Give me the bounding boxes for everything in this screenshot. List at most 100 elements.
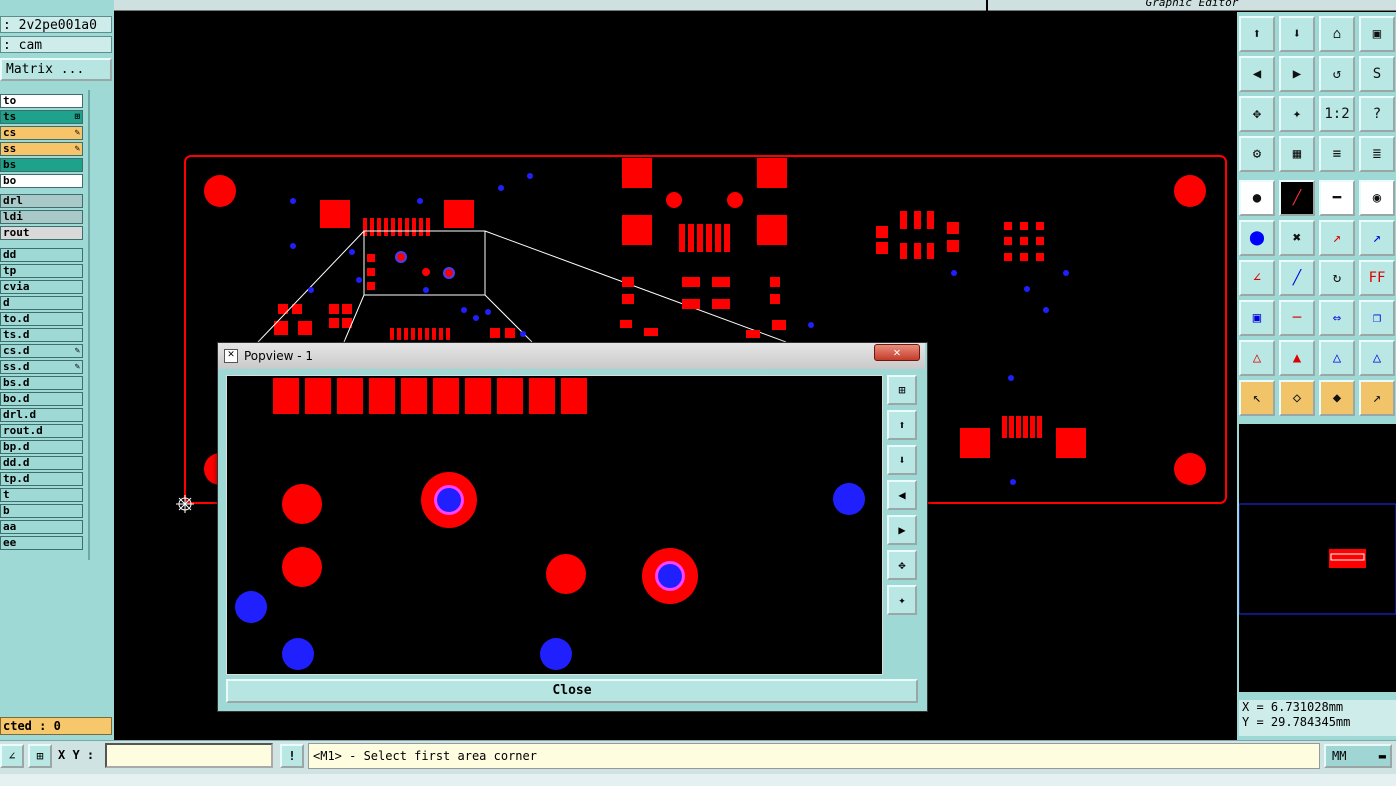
popview-toolbar: ⊞ ⬆ ⬇ ◀ ▶ ✥ ✦ xyxy=(885,373,921,677)
angle-icon[interactable]: ∠ xyxy=(0,744,24,768)
pan-up-icon[interactable]: ⬆ xyxy=(887,410,917,440)
select-box-icon[interactable]: ◇ xyxy=(1279,380,1315,416)
layer-item[interactable]: d xyxy=(0,296,83,310)
grid-snap-icon[interactable]: ⊞ xyxy=(28,744,52,768)
xy-input[interactable] xyxy=(105,743,273,768)
zoom-center-icon[interactable]: ✦ xyxy=(1279,96,1315,132)
help-icon[interactable]: ? xyxy=(1359,96,1395,132)
pan-left-icon[interactable]: ◀ xyxy=(1239,56,1275,92)
layer-item[interactable]: bs.d xyxy=(0,376,83,390)
zoom-home-icon[interactable]: ✦ xyxy=(887,585,917,615)
zoom-fit-icon[interactable]: ✥ xyxy=(1239,96,1275,132)
layer-name: ts.d xyxy=(3,328,30,341)
layer-item[interactable]: b xyxy=(0,504,83,518)
window-icon[interactable]: ▣ xyxy=(1359,16,1395,52)
scale-1-2-icon[interactable]: 1:2 xyxy=(1319,96,1355,132)
window-close-button[interactable]: ✕ xyxy=(874,344,920,361)
layer-item[interactable]: dd xyxy=(0,248,83,262)
zoom-window-icon[interactable]: ⊞ xyxy=(887,375,917,405)
slant-line-icon[interactable]: ╱ xyxy=(1279,260,1315,296)
draw-line-icon[interactable]: ∠ xyxy=(1239,260,1275,296)
close-button[interactable]: Close xyxy=(226,679,918,703)
layer-item[interactable]: rout xyxy=(0,226,83,240)
zoom-line xyxy=(484,230,787,343)
layer-item[interactable]: aa xyxy=(0,520,83,534)
feature-icon[interactable]: ◉ xyxy=(1359,180,1395,216)
status-strip xyxy=(0,774,1396,786)
pin-row xyxy=(363,218,430,236)
select-poly-icon[interactable]: ◆ xyxy=(1319,380,1355,416)
layer-item[interactable]: cs ✎ xyxy=(0,126,83,140)
layer-item[interactable]: cs.d ✎ xyxy=(0,344,83,358)
home-icon[interactable]: ⌂ xyxy=(1319,16,1355,52)
layer-item[interactable]: to xyxy=(0,94,83,108)
measure2-icon[interactable]: ↗ xyxy=(1359,220,1395,256)
layer-name: to.d xyxy=(3,312,30,325)
hline-icon[interactable]: ─ xyxy=(1279,300,1315,336)
popview-pad xyxy=(546,554,586,594)
overview-map[interactable] xyxy=(1239,424,1396,692)
layer-item[interactable]: drl.d xyxy=(0,408,83,422)
layer-item[interactable]: bo xyxy=(0,174,83,188)
triangle3-icon[interactable]: △ xyxy=(1319,340,1355,376)
layer-item[interactable]: bo.d xyxy=(0,392,83,406)
copy-icon[interactable]: ❐ xyxy=(1359,300,1395,336)
triangle-icon[interactable]: △ xyxy=(1239,340,1275,376)
pad-icon[interactable]: ● xyxy=(1239,180,1275,216)
layer-item[interactable]: ldi xyxy=(0,210,83,224)
units-select[interactable]: MM ▬ xyxy=(1324,744,1392,768)
alert-icon[interactable]: ! xyxy=(280,744,304,768)
pan-down-icon[interactable]: ⬇ xyxy=(887,445,917,475)
layer-item[interactable]: bp.d xyxy=(0,440,83,454)
triangle4-icon[interactable]: △ xyxy=(1359,340,1395,376)
mirror-icon[interactable]: FF xyxy=(1359,260,1395,296)
measure-icon[interactable]: ↗ xyxy=(1319,220,1355,256)
pan-left-icon[interactable]: ◀ xyxy=(887,480,917,510)
triangle2-icon[interactable]: ▲ xyxy=(1279,340,1315,376)
left-panel: : 2v2pe001a0 : cam Matrix ... to ts ⊞ cs ✎ ss… xyxy=(0,0,114,740)
undo-view-icon[interactable]: ↺ xyxy=(1319,56,1355,92)
matrix-button[interactable]: Matrix ... xyxy=(0,58,112,81)
layer-item[interactable]: ee xyxy=(0,536,83,550)
open-icon[interactable]: ⬆ xyxy=(1239,16,1275,52)
connect-icon[interactable]: ⬤ xyxy=(1239,220,1275,256)
spacing-icon[interactable]: ⇔ xyxy=(1319,300,1355,336)
layer-item[interactable]: cvia xyxy=(0,280,83,294)
layer-item[interactable]: tp.d xyxy=(0,472,83,486)
layer-name: drl.d xyxy=(3,408,37,421)
layer-item[interactable]: t xyxy=(0,488,83,502)
layer-name: to xyxy=(3,94,17,107)
delete-node-icon[interactable]: ✖ xyxy=(1279,220,1315,256)
redraw-icon[interactable]: S xyxy=(1359,56,1395,92)
select-net-icon[interactable]: ↗ xyxy=(1359,380,1395,416)
layer-item[interactable]: bs xyxy=(0,158,83,172)
select-arrow-icon[interactable]: ↖ xyxy=(1239,380,1275,416)
pan-right-icon[interactable]: ▶ xyxy=(887,515,917,545)
layer-item[interactable]: ts ⊞ xyxy=(0,110,83,124)
line-icon[interactable]: ╱ xyxy=(1279,180,1315,216)
ruler-icon[interactable]: ━ xyxy=(1319,180,1355,216)
layer-name: drl xyxy=(3,194,23,207)
layer-item[interactable]: ss ✎ xyxy=(0,142,83,156)
arc-icon[interactable]: ↻ xyxy=(1319,260,1355,296)
layer-name: cs.d xyxy=(3,344,30,357)
snap-icon[interactable]: ⚙ xyxy=(1239,136,1275,172)
popview-titlebar[interactable]: ✕ Popview - 1 xyxy=(218,343,925,369)
layer-name: bo.d xyxy=(3,392,30,405)
save-icon[interactable]: ⬇ xyxy=(1279,16,1315,52)
layer-item[interactable]: ts.d xyxy=(0,328,83,342)
netlist-icon[interactable]: ≣ xyxy=(1359,136,1395,172)
popview-canvas[interactable] xyxy=(226,375,883,675)
layer-item[interactable]: to.d xyxy=(0,312,83,326)
layer-item[interactable]: tp xyxy=(0,264,83,278)
layer-item[interactable]: drl xyxy=(0,194,83,208)
pan-right-icon[interactable]: ▶ xyxy=(1279,56,1315,92)
popview-pin-row xyxy=(273,378,587,414)
net-icon[interactable]: ≡ xyxy=(1319,136,1355,172)
layer-item[interactable]: dd.d xyxy=(0,456,83,470)
move-icon[interactable]: ▣ xyxy=(1239,300,1275,336)
layer-item[interactable]: ss.d ✎ xyxy=(0,360,83,374)
grid-icon[interactable]: ▦ xyxy=(1279,136,1315,172)
zoom-fit-icon[interactable]: ✥ xyxy=(887,550,917,580)
layer-item[interactable]: rout.d xyxy=(0,424,83,438)
